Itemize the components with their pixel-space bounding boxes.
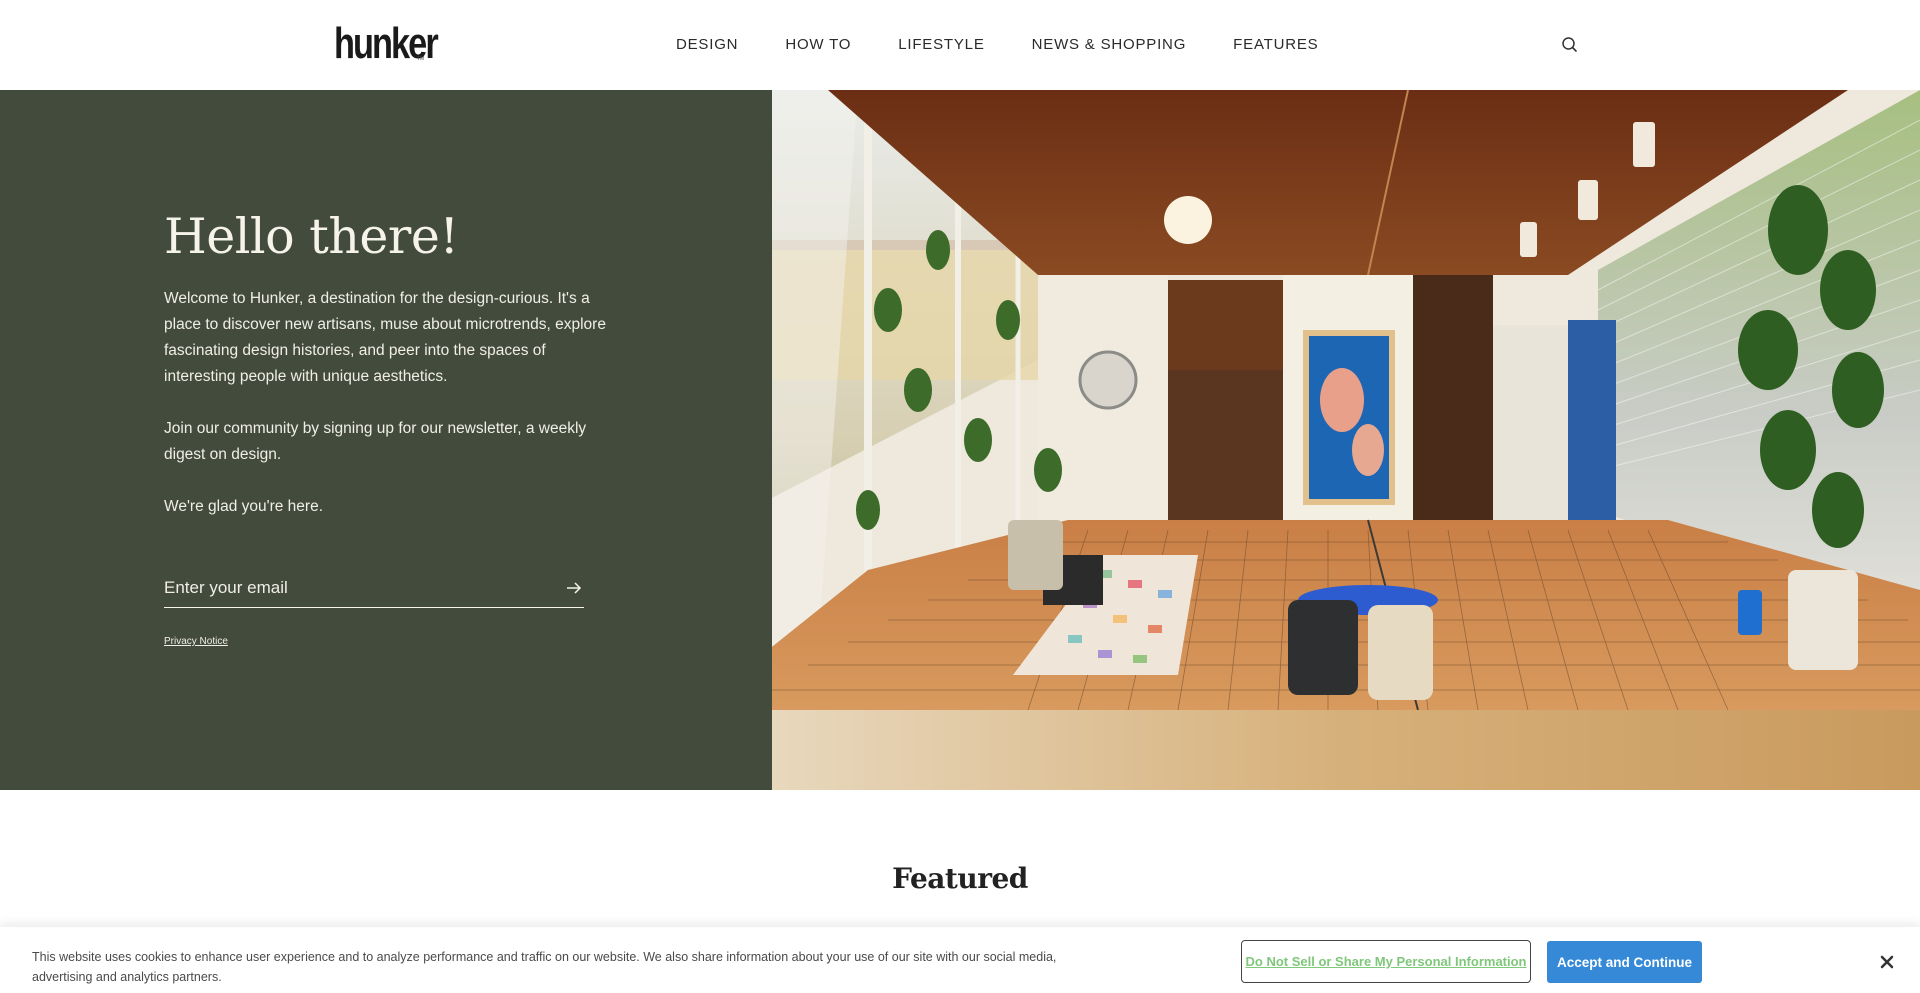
nav-features[interactable]: FEATURES xyxy=(1233,36,1318,54)
privacy-notice-link[interactable]: Privacy Notice xyxy=(164,636,228,647)
hero-section: Hello there! Welcome to Hunker, a destin… xyxy=(0,90,1920,790)
cookie-close-button[interactable] xyxy=(1876,951,1898,973)
hero-intro-text: Welcome to Hunker, a destination for the… xyxy=(164,290,606,385)
nav-news-shopping[interactable]: NEWS & SHOPPING xyxy=(1032,36,1187,54)
accept-and-continue-button[interactable]: Accept and Continue xyxy=(1547,941,1702,983)
nav-how-to[interactable]: HOW TO xyxy=(785,36,851,54)
nav-lifestyle[interactable]: LIFESTYLE xyxy=(898,36,984,54)
featured-heading: Featured xyxy=(892,862,1028,895)
site-header: hunker TM DESIGN HOW TO LIFESTYLE NEWS &… xyxy=(0,0,1920,90)
arrow-right-icon xyxy=(567,582,582,594)
hero-title: Hello there! xyxy=(164,208,459,265)
hunker-logo[interactable]: hunker TM xyxy=(334,22,466,66)
search-button[interactable] xyxy=(1560,35,1580,55)
hero-newsletter-text: Join our community by signing up for our… xyxy=(164,420,587,463)
close-icon xyxy=(1880,955,1894,969)
hero-glad-text: We're glad you're here. xyxy=(164,498,323,515)
search-icon xyxy=(1562,37,1577,52)
newsletter-submit-button[interactable] xyxy=(564,578,584,598)
nav-design[interactable]: DESIGN xyxy=(676,36,738,54)
interior-photo xyxy=(768,90,1920,790)
cookie-banner: This website uses cookies to enhance use… xyxy=(0,927,1920,993)
do-not-sell-button[interactable]: Do Not Sell or Share My Personal Informa… xyxy=(1241,940,1531,983)
hero-image xyxy=(768,90,1920,790)
logo-trademark: TM xyxy=(417,56,425,62)
cookie-notice-text: This website uses cookies to enhance use… xyxy=(32,950,1057,984)
email-input[interactable] xyxy=(164,570,544,606)
main-nav: DESIGN HOW TO LIFESTYLE NEWS & SHOPPING … xyxy=(676,36,1318,54)
newsletter-panel: Hello there! Welcome to Hunker, a destin… xyxy=(0,90,768,790)
newsletter-form xyxy=(164,570,584,608)
